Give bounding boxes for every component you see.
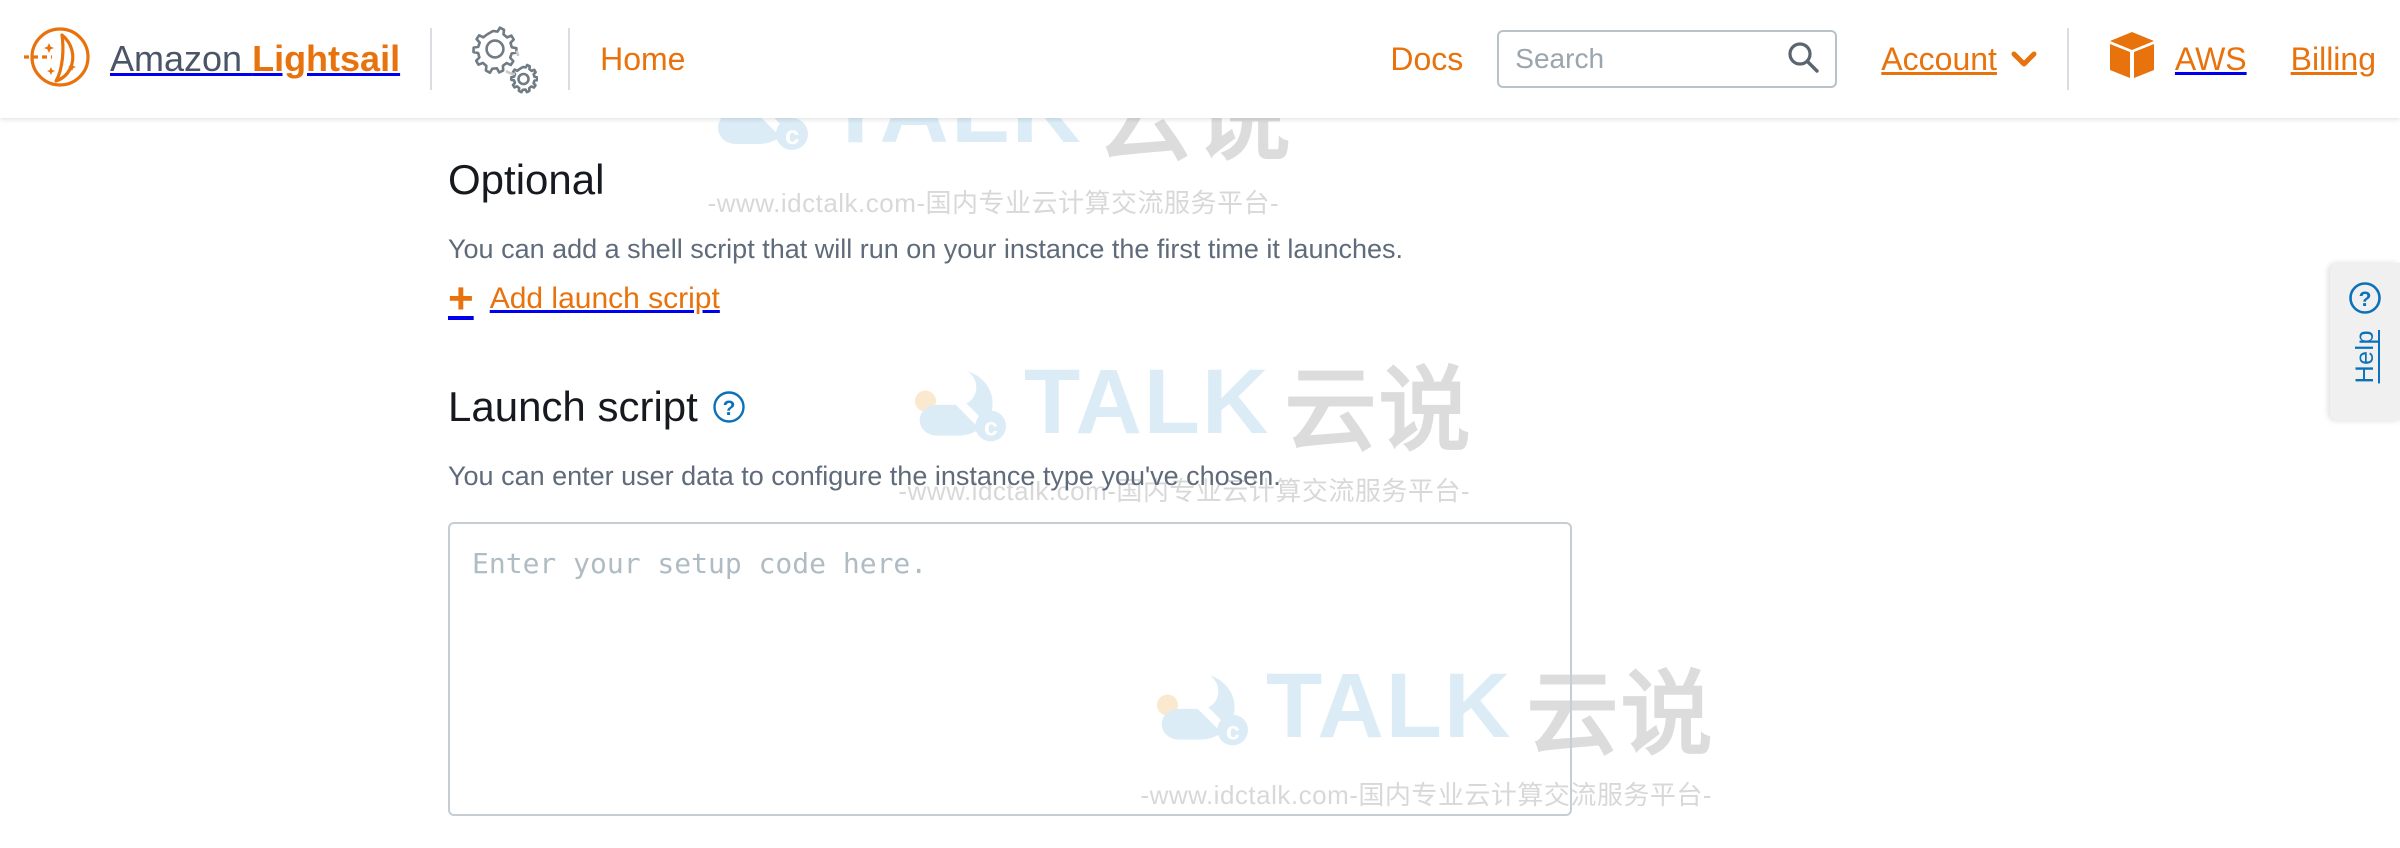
optional-description: You can add a shell script that will run… — [448, 234, 1404, 264]
launch-script-textarea[interactable] — [448, 522, 1572, 816]
help-tab-label: Help — [2350, 330, 2379, 384]
billing-link[interactable]: Billing — [2291, 41, 2376, 78]
launch-script-textarea-wrapper — [448, 522, 2400, 821]
aws-label: AWS — [2174, 40, 2247, 77]
svg-text:?: ? — [722, 397, 735, 420]
brand-prefix: Amazon — [110, 38, 253, 79]
account-label: Account — [1881, 40, 1997, 77]
header-divider-2 — [568, 28, 571, 90]
question-circle-icon: ? — [2348, 281, 2382, 320]
lightsail-logo-link[interactable]: Amazon Lightsail — [0, 21, 400, 98]
launch-script-description: You can enter user data to configure the… — [448, 461, 1281, 491]
add-launch-script-button[interactable]: + Add launch script — [448, 277, 2400, 321]
nav-docs-link[interactable]: Docs — [1390, 41, 1463, 78]
search-icon[interactable] — [1785, 39, 1821, 80]
add-launch-script-label: Add launch script — [489, 282, 720, 315]
header-right-group: Docs Search Account AWS Billing — [1390, 0, 2400, 118]
account-menu-button[interactable]: Account — [1881, 41, 2037, 78]
launch-script-heading-row: Launch script ? — [448, 383, 2400, 431]
lightsail-sail-icon — [22, 21, 94, 98]
aws-cube-icon — [2105, 28, 2159, 91]
content-inner: Optional You can add a shell script that… — [0, 156, 2400, 821]
page-root: c TALK 云说 -www.idctalk.com-国内专业云计算交流服务平台… — [0, 0, 2400, 848]
help-tab[interactable]: ? Help — [2330, 263, 2400, 421]
svg-text:?: ? — [2359, 288, 2372, 311]
aws-console-link[interactable]: AWS — [2105, 28, 2247, 91]
optional-heading: Optional — [448, 156, 605, 203]
plus-icon: + — [448, 274, 474, 323]
search-box[interactable]: Search — [1497, 30, 1838, 88]
top-header: Amazon Lightsail Home Docs Search Accoun… — [0, 0, 2400, 118]
chevron-down-icon — [2011, 50, 2037, 68]
header-divider-3 — [2066, 28, 2069, 90]
brand-title: Amazon Lightsail — [110, 38, 400, 80]
search-input[interactable]: Search — [1515, 43, 1785, 75]
question-circle-icon[interactable]: ? — [712, 390, 746, 424]
brand-suffix: Lightsail — [252, 38, 401, 79]
main-content: Optional You can add a shell script that… — [0, 118, 2400, 821]
gears-icon[interactable] — [462, 23, 539, 95]
header-left-group: Amazon Lightsail Home — [0, 0, 685, 118]
nav-home-link[interactable]: Home — [600, 41, 685, 78]
launch-script-heading: Launch script — [448, 383, 698, 430]
header-divider-1 — [430, 28, 433, 90]
